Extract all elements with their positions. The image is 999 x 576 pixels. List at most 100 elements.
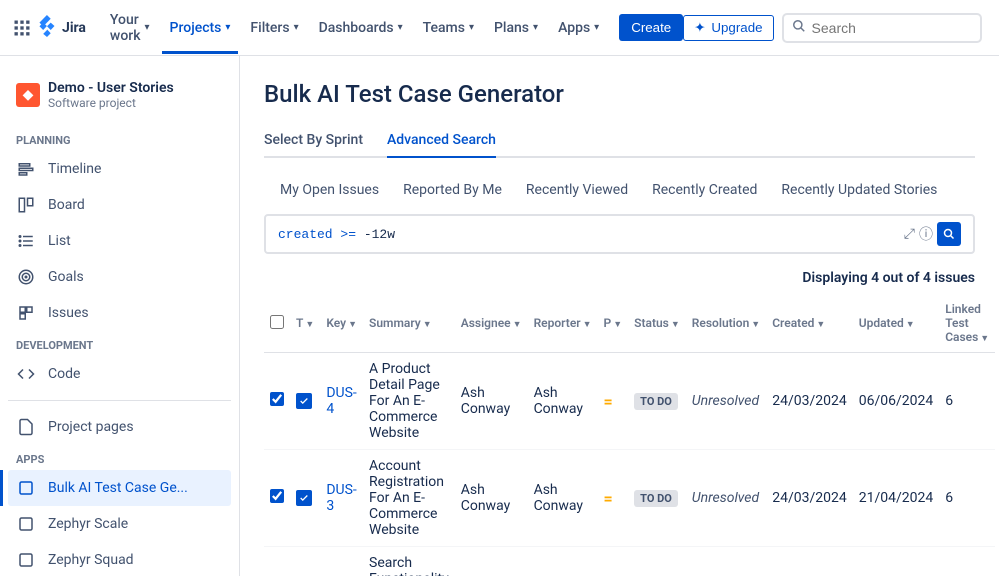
nav-items: Your work▾ Projects▾ Filters▾ Dashboards… (102, 2, 683, 54)
create-button[interactable]: Create (619, 14, 683, 41)
table-row: DUS-4 A Product Detail Page For An E-Com… (264, 353, 995, 450)
filter-recently-created[interactable]: Recently Created (652, 182, 757, 198)
jira-logo[interactable]: Jira (36, 15, 86, 41)
nav-your-work[interactable]: Your work▾ (102, 8, 158, 48)
nav-filters[interactable]: Filters▾ (242, 16, 306, 40)
select-all-checkbox[interactable] (270, 315, 284, 329)
jql-value: -12w (364, 227, 395, 242)
planning-label: PLANNING (8, 126, 231, 151)
updated-cell: 06/06/2024 (853, 353, 940, 450)
linked-cell: 6 (939, 450, 995, 547)
reporter-cell: Ash Conway (528, 353, 598, 450)
app-icon (16, 478, 36, 498)
summary-cell: Search Functionality In An E-Commerce We… (363, 547, 455, 576)
search-icon (792, 19, 806, 37)
reporter-cell: Ash Conway (528, 450, 598, 547)
sidebar-goals[interactable]: Goals (8, 259, 231, 295)
app-icon (16, 550, 36, 570)
upgrade-button[interactable]: ✦ Upgrade (683, 15, 773, 41)
top-nav: Jira Your work▾ Projects▾ Filters▾ Dashb… (0, 0, 999, 56)
summary-cell: A Product Detail Page For An E-Commerce … (363, 353, 455, 450)
expand-icon[interactable]: ⤢ (904, 226, 915, 242)
status-badge[interactable]: TO DO (634, 490, 678, 507)
row-checkbox[interactable] (270, 489, 284, 503)
code-icon (16, 364, 36, 384)
row-checkbox[interactable] (270, 392, 284, 406)
search-box[interactable] (782, 13, 982, 43)
sidebar-zephyr-scale[interactable]: Zephyr Scale (8, 506, 231, 542)
tabs: Select By Sprint Advanced Search (264, 124, 975, 158)
tab-select-by-sprint[interactable]: Select By Sprint (264, 124, 363, 156)
sidebar-issues[interactable]: Issues (8, 295, 231, 331)
status-badge[interactable]: TO DO (634, 393, 678, 410)
linked-cell: 6 (939, 353, 995, 450)
list-icon (16, 231, 36, 251)
search-input[interactable] (812, 20, 972, 36)
nav-plans[interactable]: Plans▾ (486, 16, 546, 40)
issue-type-icon (296, 393, 312, 409)
summary-cell: Account Registration For An E-Commerce W… (363, 450, 455, 547)
logo-text: Jira (62, 20, 86, 36)
app-switcher-icon[interactable] (12, 16, 32, 40)
table-row: DUS-3 Account Registration For An E-Comm… (264, 450, 995, 547)
jira-logo-icon (36, 15, 58, 41)
filter-links: My Open Issues Reported By Me Recently V… (264, 174, 975, 206)
linked-cell: 6 (939, 547, 995, 576)
sidebar-bulk-ai[interactable]: Bulk AI Test Case Ge... (8, 470, 231, 506)
chevron-down-icon: ▾ (145, 22, 150, 33)
filter-recently-viewed[interactable]: Recently Viewed (526, 182, 628, 198)
created-cell: 24/03/2024 (766, 353, 853, 450)
filter-recently-updated[interactable]: Recently Updated Stories (781, 182, 937, 198)
filter-my-open[interactable]: My Open Issues (280, 182, 379, 198)
app-icon (16, 514, 36, 534)
nav-apps[interactable]: Apps▾ (550, 16, 607, 40)
assignee-cell: Ash Conway (455, 353, 528, 450)
info-icon[interactable]: ⓘ (919, 224, 933, 244)
sidebar-code[interactable]: Code (8, 356, 231, 392)
apps-label: APPS (8, 445, 231, 470)
sidebar-project-pages[interactable]: Project pages (8, 409, 231, 445)
main-content: Bulk AI Test Case Generator Select By Sp… (240, 56, 999, 576)
board-icon (16, 195, 36, 215)
updated-cell: 21/04/2024 (853, 547, 940, 576)
reporter-cell: Ash Conway (528, 547, 598, 576)
updated-cell: 21/04/2024 (853, 450, 940, 547)
jql-search-button[interactable] (937, 222, 961, 246)
resolution-cell: Unresolved (692, 393, 759, 409)
sidebar-timeline[interactable]: Timeline (8, 151, 231, 187)
nav-projects[interactable]: Projects▾ (162, 2, 239, 54)
chevron-down-icon: ▾ (294, 22, 299, 33)
chevron-down-icon: ▾ (594, 22, 599, 33)
development-label: DEVELOPMENT (8, 331, 231, 356)
project-name: Demo - User Stories (48, 80, 174, 96)
sparkle-icon: ✦ (694, 20, 705, 36)
tab-advanced-search[interactable]: Advanced Search (387, 124, 496, 158)
nav-dashboards[interactable]: Dashboards▾ (311, 16, 411, 40)
issue-key-link[interactable]: DUS-4 (326, 385, 356, 417)
nav-right: ✦ Upgrade 2 ? (683, 12, 999, 44)
created-cell: 24/03/2024 (766, 450, 853, 547)
project-header[interactable]: ◆ Demo - User Stories Software project (8, 72, 231, 118)
sidebar-list[interactable]: List (8, 223, 231, 259)
jql-field: created >= (278, 227, 364, 242)
notifications-button[interactable]: 2 (990, 12, 999, 44)
sidebar-board[interactable]: Board (8, 187, 231, 223)
page-title: Bulk AI Test Case Generator (264, 80, 975, 108)
jql-input[interactable]: created >= -12w ⤢ ⓘ (264, 214, 975, 254)
chevron-down-icon: ▾ (225, 22, 230, 33)
table-header-row: T▼ Key▼ Summary▼ Assignee▼ Reporter▼ P▼ … (264, 294, 995, 353)
resolution-cell: Unresolved (692, 490, 759, 506)
assignee-cell: Ash Conway (455, 547, 528, 576)
priority-icon: = (604, 392, 613, 411)
chevron-down-icon: ▾ (398, 22, 403, 33)
issue-key-link[interactable]: DUS-3 (326, 482, 356, 514)
filter-reported-by-me[interactable]: Reported By Me (403, 182, 502, 198)
chevron-down-icon: ▾ (469, 22, 474, 33)
goals-icon (16, 267, 36, 287)
assignee-cell: Ash Conway (455, 450, 528, 547)
priority-icon: = (604, 489, 613, 508)
nav-teams[interactable]: Teams▾ (415, 16, 482, 40)
table-row: DUS-2 Search Functionality In An E-Comme… (264, 547, 995, 576)
sidebar-zephyr-squad[interactable]: Zephyr Squad (8, 542, 231, 576)
sidebar: ◆ Demo - User Stories Software project P… (0, 56, 240, 576)
